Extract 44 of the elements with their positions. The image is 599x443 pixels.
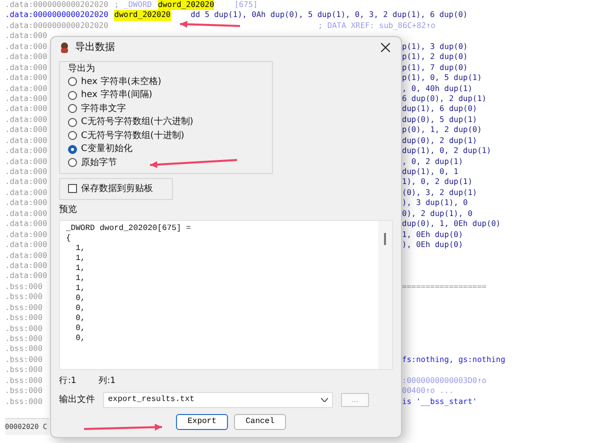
preview-line: 1, [74,254,86,264]
preview-area[interactable]: _DWORD dword_202020[675] = { 1, 1, 1, 1, 1, 0, 0, 0, 0, 0, [59,220,393,370]
radio-button[interactable] [68,90,77,100]
preview-line: 0, [74,314,86,324]
preview-line: _DWORD dword_202020[675] = [66,224,192,234]
preview-line: 1, [74,274,86,284]
row-indicator: 行:1 [59,374,76,386]
preview-line: 1, [74,264,86,274]
scroll-thumb[interactable] [384,232,386,244]
radio-label: C无符号字符数组(十进制) [81,130,184,142]
dialog-title: 导出数据 [75,40,116,54]
checkbox-label: 保存数据到剪贴板 [81,182,153,194]
preview-line: { [66,234,72,244]
preview-line: 0, [74,294,86,304]
preview-line: 0, [74,304,86,314]
radio-label: C变量初始化 [81,143,132,156]
app-icon [59,42,70,52]
column-indicator: 列:1 [98,374,116,386]
export-button[interactable]: Export [176,414,228,430]
radio-button[interactable] [68,144,77,154]
radio-button[interactable] [68,104,77,114]
preview-line: 0, [74,334,86,344]
radio-label: C无符号字符数组(十六进制) [81,116,194,128]
output-file-label: 输出文件 [59,394,95,406]
cancel-button[interactable]: Cancel [234,414,286,430]
radio-button[interactable] [68,118,77,127]
radio-label: hex 字符串(未空格) [81,76,162,88]
radio-label: hex 字符串(间隔) [81,89,152,102]
group-label: 导出为 [68,63,96,75]
radio-label: 原始字节 [81,156,117,169]
preview-line: 1, [74,244,86,254]
preview-line: 1, [74,284,86,294]
radio-label: 字符串文字 [81,102,126,115]
preview-line: 0, [74,324,86,334]
radio-button[interactable] [68,158,77,168]
chevron-down-icon [321,398,328,402]
checkbox[interactable] [68,184,77,193]
output-file-field[interactable]: export_results.txt [103,392,333,408]
close-icon [380,42,390,52]
preview-label: 预览 [59,204,78,216]
annotation-arrow [180,20,240,28]
radio-button[interactable] [68,77,77,86]
scrollbar[interactable] [378,220,392,368]
radio-button[interactable] [68,131,77,140]
